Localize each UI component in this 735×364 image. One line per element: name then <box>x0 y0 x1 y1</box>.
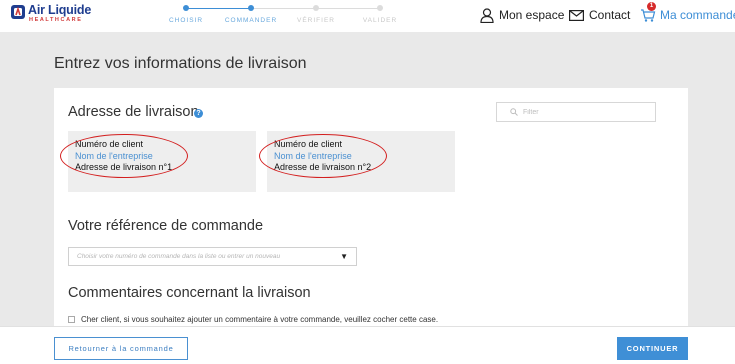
address-card-2[interactable]: Numéro de client Nom de l'entreprise Adr… <box>259 131 455 192</box>
nav-contact[interactable]: Contact <box>569 6 630 24</box>
brand-subtitle: HEALTHCARE <box>29 17 83 23</box>
client-number: Numéro de client <box>274 139 343 149</box>
nav-account-label: Mon espace <box>499 8 565 22</box>
nav-contact-label: Contact <box>589 8 631 22</box>
comment-checkbox-label: Cher client, si vous souhaitez ajouter u… <box>81 314 439 324</box>
checkout-progress: CHOISIR COMMANDER VÉRIFIER VALIDER <box>148 4 418 28</box>
nav-cart[interactable]: 1 Ma commande <box>640 2 735 24</box>
comment-checkbox-row[interactable]: Cher client, si vous souhaitez ajouter u… <box>68 314 438 324</box>
cart-icon-wrap: 1 <box>640 2 656 23</box>
delivery-address-title: Adresse de livraison <box>68 104 199 120</box>
delivery-address: Adresse de livraison n°2 <box>274 162 372 172</box>
step-dot <box>183 5 189 11</box>
address-card-1[interactable]: Numéro de client Nom de l'entreprise Adr… <box>60 131 256 192</box>
delivery-comments-title: Commentaires concernant la livraison <box>68 285 311 301</box>
nav-account[interactable]: Mon espace <box>480 6 564 24</box>
air-liquide-logo[interactable]: Air Liquide HEALTHCARE <box>10 3 92 29</box>
order-reference-title: Votre référence de commande <box>68 218 264 234</box>
dropdown-arrow-icon: ▼ <box>340 252 348 261</box>
search-icon <box>510 108 518 116</box>
step-label: VALIDER <box>362 17 398 24</box>
order-reference-select[interactable]: Choisir votre numéro de commande dans la… <box>68 247 357 266</box>
user-icon <box>480 7 494 23</box>
comment-checkbox[interactable] <box>68 315 75 323</box>
order-reference-placeholder: Choisir votre numéro de commande dans la… <box>77 253 281 260</box>
cart-count-badge: 1 <box>647 2 656 11</box>
brand-name: Air Liquide <box>28 3 92 17</box>
delivery-address: Adresse de livraison n°1 <box>75 162 173 172</box>
delivery-form-card: Adresse de livraison ? Numéro de client … <box>54 88 688 364</box>
help-icon[interactable]: ? <box>194 109 203 118</box>
continue-button[interactable]: CONTINUER <box>617 337 688 360</box>
address-filter[interactable] <box>496 102 656 122</box>
top-header: Air Liquide HEALTHCARE CHOISIR COMMANDER… <box>0 0 735 32</box>
step-dot <box>313 5 319 11</box>
step-dot <box>377 5 383 11</box>
nav-cart-label: Ma commande <box>660 8 735 22</box>
page-title: Entrez vos informations de livraison <box>54 55 307 72</box>
back-to-order-button[interactable]: Retourner à la commande <box>54 337 188 360</box>
envelope-icon <box>569 9 584 21</box>
company-name: Nom de l'entreprise <box>75 151 153 161</box>
filter-input[interactable] <box>523 105 649 119</box>
client-number: Numéro de client <box>75 139 144 149</box>
step-dot <box>248 5 254 11</box>
footer-bar: Retourner à la commande CONTINUER <box>0 326 735 364</box>
step-valider: VALIDER <box>342 4 418 24</box>
company-name: Nom de l'entreprise <box>274 151 352 161</box>
air-liquide-logo-mark-icon <box>11 5 25 19</box>
